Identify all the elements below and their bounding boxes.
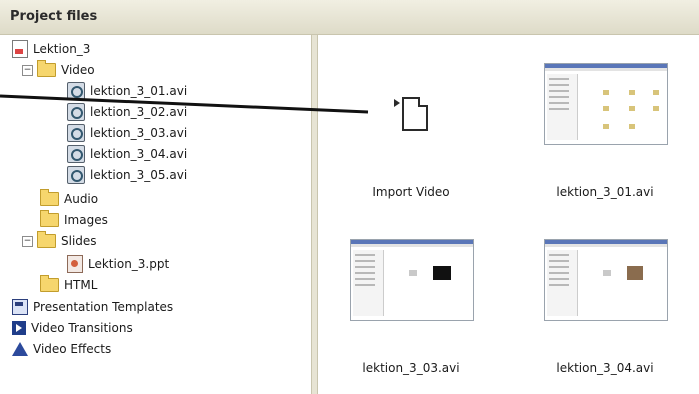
callout-pointer-line [0,94,369,114]
callout-line [0,94,369,114]
